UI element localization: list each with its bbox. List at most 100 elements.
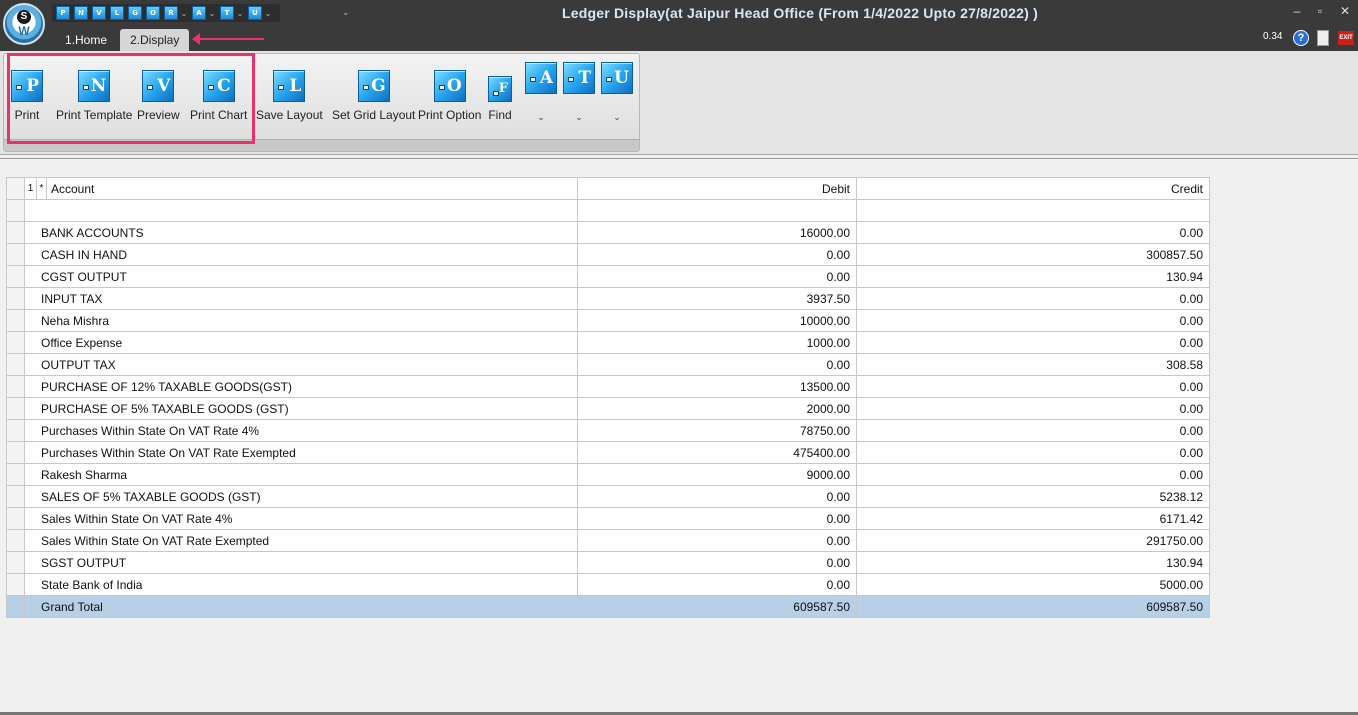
chevron-down-icon: ⌄: [537, 112, 545, 122]
maximize-icon[interactable]: ▫: [1313, 4, 1327, 18]
row-indicator[interactable]: [6, 265, 25, 288]
credit-column-header[interactable]: Credit: [856, 177, 1210, 200]
u-menu-icon: U: [601, 62, 633, 94]
row-indicator[interactable]: [6, 595, 25, 618]
app-logo-icon[interactable]: S W: [3, 3, 45, 45]
chevron-down-icon[interactable]: ⌄: [180, 9, 188, 18]
tab-display[interactable]: 2.Display: [120, 29, 190, 51]
qat-t-button[interactable]: T ⌄: [220, 6, 244, 20]
tab-home[interactable]: 1.Home: [55, 29, 117, 51]
qat-grid-layout-button[interactable]: G: [128, 6, 142, 20]
grand-total-row[interactable]: Grand Total 609587.50 609587.50: [6, 595, 1210, 618]
chevron-down-icon[interactable]: ⌄: [208, 9, 216, 18]
row-indicator[interactable]: [6, 375, 25, 398]
qat-save-layout-button[interactable]: L: [110, 6, 124, 20]
table-row[interactable]: PURCHASE OF 12% TAXABLE GOODS(GST) 13500.…: [6, 375, 1210, 398]
minimize-icon[interactable]: –: [1290, 4, 1304, 18]
table-row[interactable]: INPUT TAX 3937.50 0.00: [6, 287, 1210, 310]
row-indicator[interactable]: [6, 287, 25, 310]
window-title: Ledger Display(at Jaipur Head Office (Fr…: [562, 5, 1038, 21]
credit-cell: 0.00: [856, 287, 1210, 310]
credit-cell: 308.58: [856, 353, 1210, 376]
table-row[interactable]: Purchases Within State On VAT Rate Exemp…: [6, 441, 1210, 464]
logo-w-icon: W: [18, 24, 30, 38]
dropdown-t-button[interactable]: T ⌄: [563, 62, 595, 123]
find-button[interactable]: F Find: [488, 70, 512, 122]
debit-cell: 0.00: [577, 529, 857, 552]
calculator-icon[interactable]: [1317, 30, 1329, 46]
qat-print-button[interactable]: P: [56, 6, 70, 20]
help-icon[interactable]: ?: [1293, 30, 1309, 46]
dropdown-u-button[interactable]: U ⌄: [601, 62, 633, 123]
chevron-down-icon: ⌄: [613, 112, 621, 122]
dropdown-a-button[interactable]: A ⌄: [525, 62, 557, 123]
table-row[interactable]: Rakesh Sharma 9000.00 0.00: [6, 463, 1210, 486]
customize-toolbar-icon[interactable]: ⌄: [342, 7, 350, 18]
account-filter-cell[interactable]: [24, 199, 578, 222]
table-row[interactable]: BANK ACCOUNTS 16000.00 0.00: [6, 221, 1210, 244]
row-indicator[interactable]: [6, 353, 25, 376]
account-cell: INPUT TAX: [24, 287, 578, 310]
set-grid-layout-button[interactable]: G Set Grid Layout: [332, 70, 415, 122]
row-indicator[interactable]: [6, 221, 25, 244]
row-indicator[interactable]: [6, 485, 25, 508]
table-row[interactable]: Purchases Within State On VAT Rate 4% 787…: [6, 419, 1210, 442]
account-cell: SGST OUTPUT: [24, 551, 578, 574]
row-indicator[interactable]: [6, 463, 25, 486]
table-row[interactable]: CASH IN HAND 0.00 300857.50: [6, 243, 1210, 266]
credit-cell: 0.00: [856, 375, 1210, 398]
chevron-down-icon[interactable]: ⌄: [236, 9, 244, 18]
table-row[interactable]: Sales Within State On VAT Rate Exempted 0…: [6, 529, 1210, 552]
row-indicator[interactable]: [6, 331, 25, 354]
debit-cell: 0.00: [577, 265, 857, 288]
star-header[interactable]: *: [36, 177, 47, 200]
debit-column-header[interactable]: Debit: [577, 177, 857, 200]
qat-a-button[interactable]: A ⌄: [192, 6, 216, 20]
print-option-button[interactable]: O Print Option: [418, 70, 481, 122]
credit-cell: 609587.50: [856, 595, 1210, 618]
close-icon[interactable]: ✕: [1338, 4, 1352, 18]
chevron-down-icon[interactable]: ⌄: [264, 9, 272, 18]
table-row[interactable]: SALES OF 5% TAXABLE GOODS (GST) 0.00 5238.…: [6, 485, 1210, 508]
exit-icon[interactable]: EXIT: [1338, 31, 1354, 45]
row-indicator[interactable]: [6, 397, 25, 420]
print-option-icon: O: [146, 6, 160, 20]
credit-cell: 6171.42: [856, 507, 1210, 530]
table-row[interactable]: State Bank of India 0.00 5000.00: [6, 573, 1210, 596]
qat-u-button[interactable]: U ⌄: [248, 6, 272, 20]
row-indicator[interactable]: [6, 309, 25, 332]
debit-cell: 9000.00: [577, 463, 857, 486]
grid-header-row: 1 * Account Debit Credit: [6, 177, 1210, 200]
row-indicator[interactable]: [6, 573, 25, 596]
row-indicator[interactable]: [6, 529, 25, 552]
group-level-header[interactable]: 1: [24, 177, 37, 200]
row-indicator[interactable]: [6, 551, 25, 574]
debit-cell: 0.00: [577, 243, 857, 266]
table-row[interactable]: PURCHASE OF 5% TAXABLE GOODS (GST) 2000.0…: [6, 397, 1210, 420]
table-row[interactable]: Neha Mishra 10000.00 0.00: [6, 309, 1210, 332]
table-row[interactable]: Sales Within State On VAT Rate 4% 0.00 617…: [6, 507, 1210, 530]
qat-r-button[interactable]: R ⌄: [164, 6, 188, 20]
a-icon: A: [192, 6, 206, 20]
credit-cell: 0.00: [856, 419, 1210, 442]
table-row[interactable]: OUTPUT TAX 0.00 308.58: [6, 353, 1210, 376]
qat-print-option-button[interactable]: O: [146, 6, 160, 20]
account-column-header[interactable]: Account: [46, 177, 578, 200]
arrow-annotation: [192, 33, 264, 45]
row-indicator[interactable]: [6, 441, 25, 464]
debit-filter-cell[interactable]: [577, 199, 857, 222]
table-row[interactable]: Office Expense 1000.00 0.00: [6, 331, 1210, 354]
row-indicator[interactable]: [6, 507, 25, 530]
table-row[interactable]: SGST OUTPUT 0.00 130.94: [6, 551, 1210, 574]
table-row[interactable]: CGST OUTPUT 0.00 130.94: [6, 265, 1210, 288]
save-layout-button[interactable]: L Save Layout: [256, 70, 323, 122]
save-layout-icon: L: [273, 70, 306, 102]
t-menu-icon: T: [563, 62, 595, 94]
account-cell: Grand Total: [24, 595, 578, 618]
row-indicator[interactable]: [6, 419, 25, 442]
qat-preview-button[interactable]: V: [92, 6, 106, 20]
qat-print-template-button[interactable]: N: [74, 6, 88, 20]
account-cell: PURCHASE OF 5% TAXABLE GOODS (GST): [24, 397, 578, 420]
row-indicator[interactable]: [6, 243, 25, 266]
credit-filter-cell[interactable]: [856, 199, 1210, 222]
